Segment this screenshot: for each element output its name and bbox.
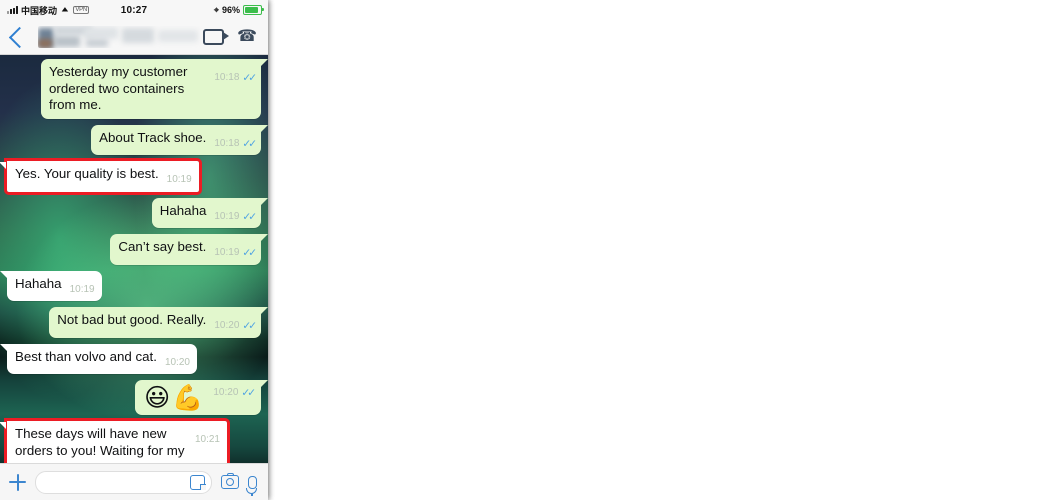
message-row: 10:19 ✓✓ Can’t say best.: [7, 234, 268, 265]
read-receipt-icon: ✓✓: [242, 247, 257, 259]
message-time: 10:20: [214, 320, 240, 331]
message-bubble: 10:20 Best than volvo and cat.: [0, 343, 197, 374]
message-composer: [0, 463, 268, 500]
message-meta: 10:19: [167, 172, 192, 189]
message-row: 10:20 Best than volvo and cat.: [0, 343, 261, 374]
message-time: 10:18: [214, 72, 240, 83]
message-meta: 10:19: [70, 282, 95, 299]
read-receipt-icon: ✓✓: [242, 72, 257, 84]
status-bar: 中国移动 ▲ VPN 10:27 ⌖ 96%: [0, 0, 268, 20]
whatsapp-screenshot-3: 中国移动 ▲ VPN 10:27 ⌖ 96% ☎ 10:18 ✓✓ Yesterday my cu…: [0, 0, 268, 500]
highlighted-message-bubble: 10:19 Yes. Your quality is best.: [0, 158, 202, 195]
message-meta: 10:18 ✓✓: [214, 136, 257, 153]
message-time: 10:18: [214, 137, 240, 149]
video-call-icon[interactable]: [203, 29, 230, 45]
add-attachment-icon[interactable]: [9, 473, 26, 491]
message-bubble: 10:19 ✓✓ Can’t say best.: [110, 234, 268, 265]
voice-call-icon[interactable]: ☎: [237, 28, 257, 45]
message-text: Can’t say best.: [118, 239, 207, 254]
message-time: 10:21: [194, 434, 220, 445]
screenshot-collage: 中国移动▲VPN10:06⌖⏰46%☎09:58✓✓I’m fine. How …: [0, 0, 1044, 500]
message-meta: 10:20 ✓✓: [213, 385, 256, 402]
message-text: Hahaha: [159, 202, 207, 218]
message-time: 10:19: [69, 283, 95, 295]
message-meta: 10:20: [165, 355, 190, 372]
message-list: 10:18 ✓✓ Yesterday my customer ordered two…: [0, 55, 268, 463]
message-text: About Track shoe.: [99, 129, 207, 145]
phone-column: 中国移动 ▲ VPN 10:27 ⌖ 96% ☎ 10:18 ✓✓ Yesterday my cu…: [0, 0, 268, 500]
read-receipt-icon: ✓✓: [242, 137, 257, 150]
message-time: 10:20: [164, 356, 190, 368]
message-meta: 10:21: [195, 432, 220, 449]
message-bubble: 10:19 ✓✓ Hahaha: [151, 197, 268, 228]
message-meta: 10:19 ✓✓: [214, 245, 257, 262]
battery-percent: 96%: [221, 5, 240, 15]
back-chevron-icon[interactable]: [8, 26, 31, 48]
camera-icon[interactable]: [221, 472, 239, 489]
status-right: ⌖ 96%: [213, 4, 264, 15]
read-receipt-icon: ✓✓: [242, 320, 257, 332]
highlighted-message-bubble: 10:21 These days will have new orders to …: [0, 418, 230, 463]
message-bubble: 10:20 ✓✓ 😃💪: [135, 380, 268, 415]
message-bubble: 10:18 ✓✓ Yesterday my customer ordered two…: [41, 59, 268, 119]
message-emoji: 😃💪: [144, 384, 206, 412]
message-row: 10:20 ✓✓ 😃💪: [7, 380, 268, 415]
message-row: 10:20 ✓✓ Not bad but good. Really.: [7, 307, 268, 338]
message-input[interactable]: [36, 470, 190, 494]
message-text: Not bad but good. Really.: [57, 312, 207, 327]
message-row: 10:19 Yes. Your quality is best.: [0, 158, 261, 195]
sticker-icon[interactable]: [190, 474, 205, 490]
read-receipt-icon: ✓✓: [242, 210, 257, 223]
message-meta: 10:18 ✓✓: [214, 70, 257, 87]
message-text: Yesterday my customer ordered two contai…: [49, 64, 188, 112]
message-time: 10:19: [214, 247, 240, 258]
location-arrow-icon: ⌖: [213, 4, 219, 15]
message-row: 10:18 ✓✓ Yesterday my customer ordered two…: [7, 59, 268, 119]
message-row: 10:21 These days will have new orders to …: [0, 418, 261, 463]
message-text: Yes. Your quality is best.: [15, 166, 159, 181]
message-time: 10:20: [213, 387, 239, 398]
message-text: Best than volvo and cat.: [15, 348, 157, 364]
message-input-wrapper[interactable]: [35, 470, 212, 494]
message-meta: 10:20 ✓✓: [214, 318, 257, 335]
message-time: 10:19: [166, 174, 192, 185]
battery-icon: [243, 5, 264, 15]
message-text: Hahaha: [15, 275, 62, 291]
read-receipt-icon: ✓✓: [241, 387, 256, 399]
message-time: 10:19: [214, 210, 240, 222]
message-text: These days will have new orders to you! …: [15, 426, 185, 463]
message-bubble: 10:18 ✓✓ About Track shoe.: [91, 124, 268, 155]
message-bubble: 10:19 Hahaha: [0, 270, 102, 301]
chat-body: 10:18 ✓✓ Yesterday my customer ordered two…: [0, 55, 268, 463]
chat-header: ☎: [0, 20, 268, 55]
microphone-icon[interactable]: [245, 475, 258, 496]
message-row: 10:19 ✓✓ Hahaha: [7, 197, 268, 228]
contact-name-blurred[interactable]: [38, 26, 203, 48]
message-row: 10:18 ✓✓ About Track shoe.: [7, 124, 268, 155]
message-bubble: 10:20 ✓✓ Not bad but good. Really.: [49, 307, 268, 338]
header-actions: ☎: [203, 28, 259, 45]
message-row: 10:19 Hahaha: [0, 270, 261, 301]
message-meta: 10:19 ✓✓: [214, 209, 257, 226]
